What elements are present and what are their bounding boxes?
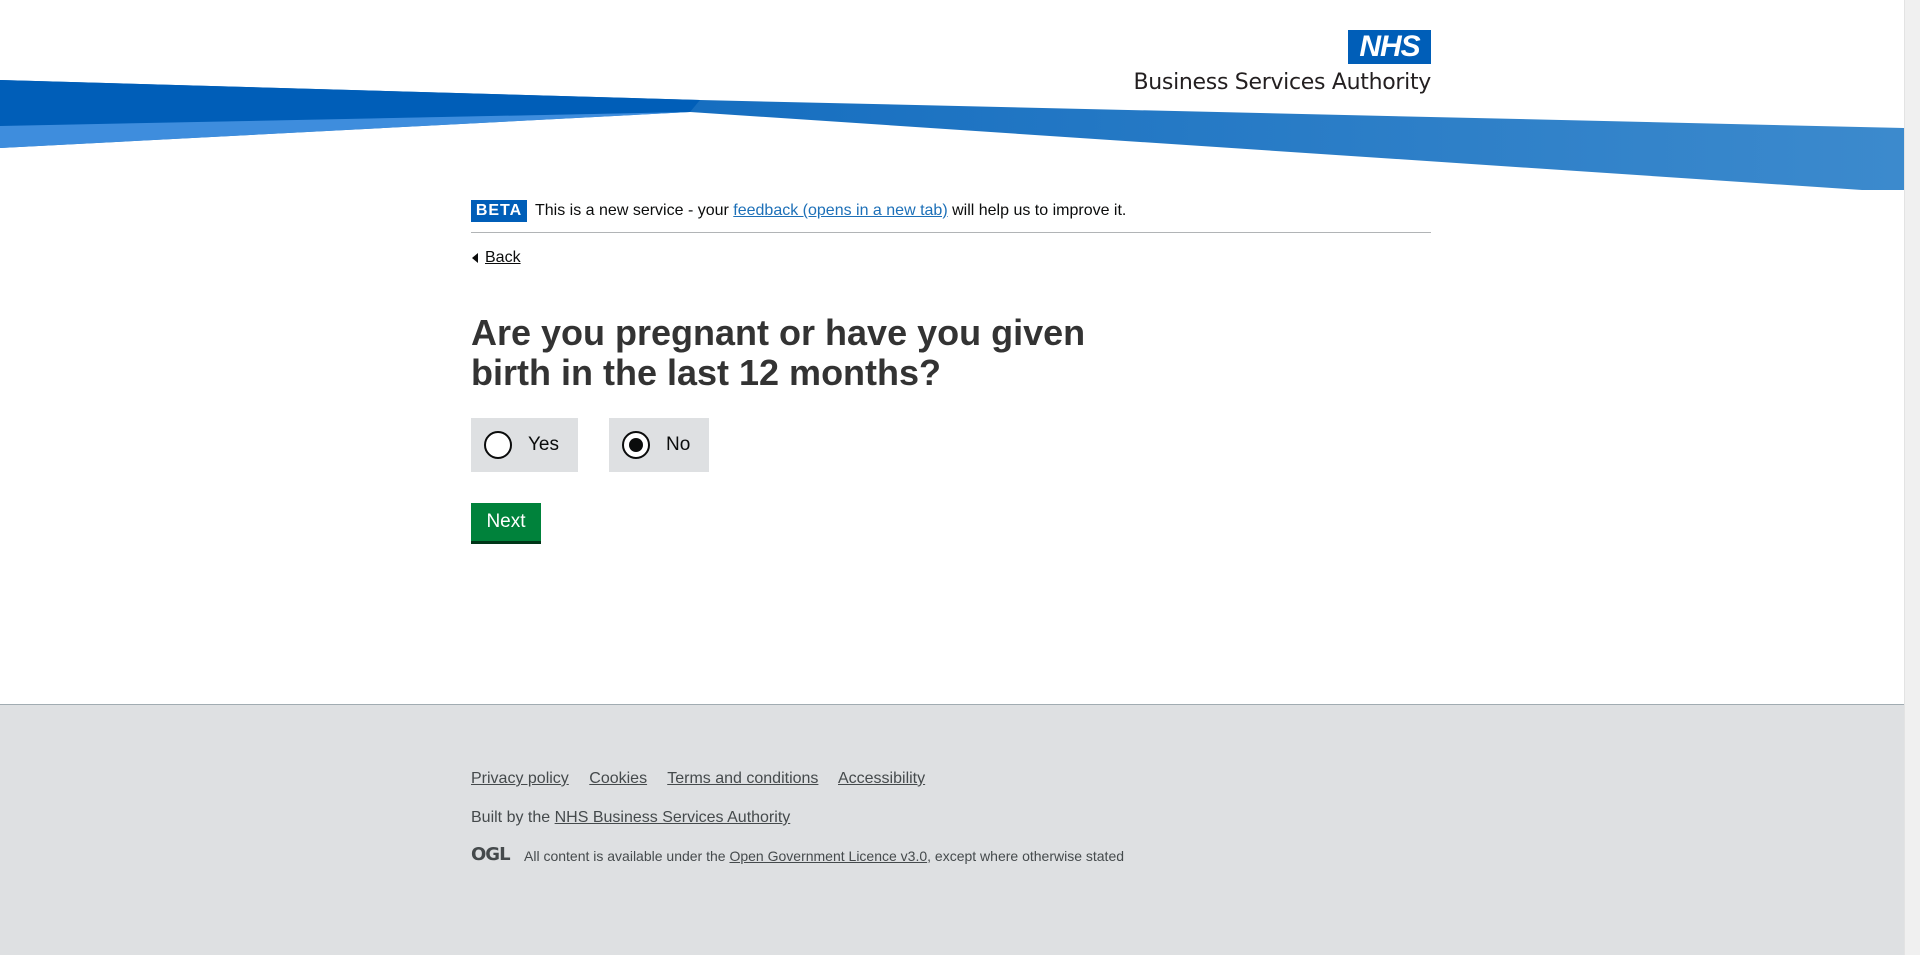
nhs-logo-icon: NHS [1348,30,1431,64]
beta-tag: BETA [471,200,527,222]
back-link-label: Back [485,249,521,266]
licence-prefix: All content is available under the [524,848,730,864]
licence-suffix: , except where otherwise stated [927,848,1125,864]
beta-text-after: will help us to improve it. [947,202,1127,219]
footer-link-accessibility[interactable]: Accessibility [838,770,925,787]
ogl-logo-icon: OGL [471,844,511,865]
page-scrollbar[interactable] [1904,0,1920,955]
built-by-prefix: Built by the [471,809,555,826]
site-header: NHS Business Services Authority [0,0,1904,195]
beta-text-before: This is a new service - your [535,202,734,219]
footer-link-privacy-policy[interactable]: Privacy policy [471,770,569,787]
radio-label-yes[interactable]: Yes [528,434,559,456]
header-swoosh [0,80,1904,190]
next-button[interactable]: Next [471,503,541,541]
footer-link-terms[interactable]: Terms and conditions [667,770,818,787]
organisation-name: Business Services Authority [1133,70,1432,95]
built-by-text: Built by the NHS Business Services Autho… [471,808,790,828]
radio-button-no[interactable] [622,431,650,459]
feedback-link[interactable]: feedback (opens in a new tab) [733,202,947,219]
radio-group: Yes No [471,418,871,472]
nhsbsa-link[interactable]: NHS Business Services Authority [555,809,791,826]
beta-banner-text: This is a new service - your feedback (o… [535,201,1126,221]
footer-link-cookies[interactable]: Cookies [589,770,647,787]
back-link[interactable]: Back [471,248,521,268]
radio-button-yes[interactable] [484,431,512,459]
radio-option-no[interactable]: No [609,418,709,472]
beta-banner: BETA This is a new service - your feedba… [471,198,1431,233]
chevron-left-icon [472,253,478,263]
site-footer: Privacy policy Cookies Terms and conditi… [0,704,1904,955]
open-government-licence-link[interactable]: Open Government Licence v3.0 [729,848,927,864]
licence-text: All content is available under the Open … [524,847,1124,865]
page: NHS Business Services Authority BETA Thi… [0,0,1904,955]
radio-selected-dot [629,438,643,452]
footer-links: Privacy policy Cookies Terms and conditi… [471,769,941,789]
nhsbsa-logo[interactable]: NHS Business Services Authority [1129,30,1431,100]
page-title: Are you pregnant or have you given birth… [471,312,1086,393]
radio-option-yes[interactable]: Yes [471,418,578,472]
radio-label-no[interactable]: No [666,434,690,456]
